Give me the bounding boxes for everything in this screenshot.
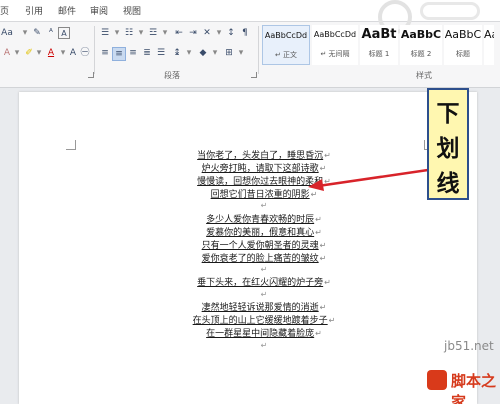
styles-group-label: 样式	[416, 71, 432, 80]
group-divider	[258, 26, 259, 74]
watermark-ring	[420, 2, 480, 20]
phonetic-guide-icon[interactable]: ᴬ	[44, 27, 58, 39]
tab-mailings[interactable]: 邮件	[58, 4, 76, 17]
ribbon-tab-bar: 页 引用 邮件 审阅 视图	[0, 0, 500, 34]
poem-line[interactable]: 在一群星星中间隐藏着脸庞↵	[139, 328, 389, 340]
style-heading-2[interactable]: AaBbC 标题 2	[400, 25, 442, 65]
align-center-icon[interactable]: ≡	[112, 47, 126, 61]
style-subtitle[interactable]: AaBb	[484, 25, 494, 65]
show-marks-icon[interactable]: ¶	[238, 27, 252, 39]
callout-char: 线	[436, 171, 460, 197]
document-page[interactable]: 当你老了，头发白了，睡思昏沉↵ 炉火旁打盹，请取下这部诗歌↵ 慢慢读，回想你过去…	[19, 92, 477, 404]
callout-char: 划	[436, 136, 460, 162]
dropdown-arrow-icon[interactable]: ▾	[182, 47, 196, 59]
ribbon: 页 引用 邮件 审阅 视图 Aa ▾ ✎ ᴬ A A ▾ ✐ ▾ A ▾ A ㊀…	[0, 0, 500, 88]
poem-line[interactable]: 在头顶上的山上它缓缓地踱着步子↵	[139, 315, 389, 327]
style-name: 标题	[456, 50, 470, 58]
style-sample: AaBbCcDd	[264, 31, 308, 40]
case-change-icon[interactable]: Aa	[0, 27, 14, 39]
style-normal[interactable]: AaBbCcDd ↵ 正文	[262, 25, 310, 65]
decrease-indent-icon[interactable]: ⇤	[172, 27, 186, 39]
arrow-head	[308, 179, 324, 191]
style-title[interactable]: AaBbC 标题	[444, 25, 482, 65]
callout-char: 下	[436, 101, 460, 127]
dropdown-arrow-icon[interactable]: ▾	[208, 47, 222, 59]
clear-format-icon[interactable]: ✎	[30, 27, 44, 39]
annotation-arrow	[308, 168, 429, 191]
style-name: 标题 1	[368, 50, 390, 58]
tab-references[interactable]: 引用	[25, 4, 43, 17]
paragraph-dialog-launcher-icon[interactable]	[251, 72, 257, 78]
arrow-shaft	[317, 168, 429, 188]
poem-line[interactable]: 多少人爱你青春欢畅的时辰↵	[139, 214, 389, 226]
dropdown-arrow-icon[interactable]: ▾	[234, 47, 248, 59]
justify-icon[interactable]: ≣	[140, 47, 154, 59]
style-heading-1[interactable]: AaBt 标题 1	[360, 25, 398, 65]
poem-line[interactable]: 垂下头来，在红火闪耀的炉子旁↵	[139, 277, 389, 289]
poem-line[interactable]: 凄然地轻轻诉说那爱情的消逝↵	[139, 302, 389, 314]
style-sample: AaBbC	[444, 28, 482, 41]
char-border-icon[interactable]: A	[58, 27, 70, 39]
increase-indent-icon[interactable]: ⇥	[186, 27, 200, 39]
poem-line[interactable]: 爱慕你的美丽，假意和真心↵	[139, 227, 389, 239]
style-sample: AaBt	[361, 27, 397, 42]
align-left-icon[interactable]: ≡	[98, 47, 112, 59]
annotation-callout: 下 划 线	[427, 88, 469, 200]
style-name: ↵ 正文	[274, 51, 298, 59]
watermark-url: jb51.net	[444, 339, 494, 353]
align-right-icon[interactable]: ≡	[126, 47, 140, 59]
style-sample: AaBbCcDd	[313, 30, 357, 39]
distributed-icon[interactable]: ☰	[154, 47, 168, 59]
dropdown-arrow-icon[interactable]: ▾	[158, 27, 172, 39]
paragraph-mark: ↵	[260, 341, 268, 350]
paragraph-mark: ↵	[260, 201, 268, 210]
paragraph-mark: ↵	[260, 265, 268, 274]
enclosed-char-icon[interactable]: ㊀	[78, 47, 92, 59]
tab-review[interactable]: 审阅	[90, 4, 108, 17]
group-divider	[94, 26, 95, 74]
styles-gallery: AaBbCcDd ↵ 正文 AaBbCcDd ↵ 无间隔 AaBt 标题 1 A…	[262, 25, 494, 65]
paragraph-mark: ↵	[260, 290, 268, 299]
style-no-spacing[interactable]: AaBbCcDd ↵ 无间隔	[312, 25, 358, 65]
sort-icon[interactable]: ↕	[224, 27, 238, 39]
tab-page-layout[interactable]: 页	[0, 4, 9, 17]
style-name: 标题 2	[410, 50, 432, 58]
poem-line[interactable]: 只有一个人爱你朝圣者的灵魂↵	[139, 240, 389, 252]
tab-view[interactable]: 视图	[123, 4, 141, 17]
watermark-site-name: 脚本之家	[451, 372, 497, 404]
style-sample: AaBb	[484, 28, 494, 41]
paragraph-group-label: 段落	[164, 71, 180, 80]
margin-corner-mark	[66, 140, 76, 150]
font-dialog-launcher-icon[interactable]	[88, 72, 94, 78]
style-name: ↵ 无间隔	[320, 50, 350, 58]
watermark-logo-icon	[427, 370, 447, 390]
style-sample: AaBbC	[400, 28, 442, 41]
